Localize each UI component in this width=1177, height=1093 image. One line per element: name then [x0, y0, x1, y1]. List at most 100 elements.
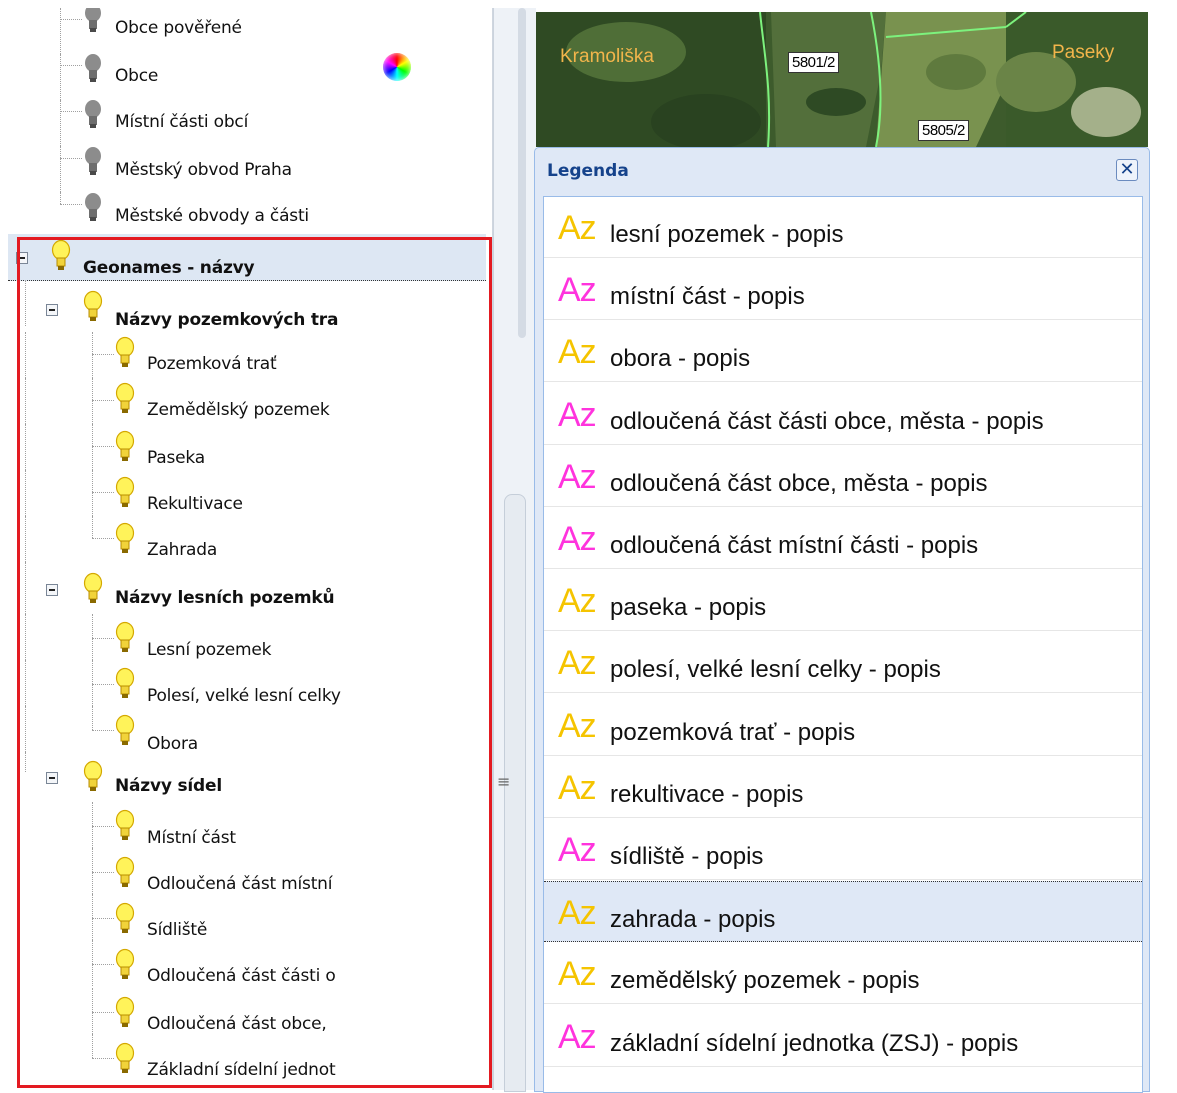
legend-symbol-icon: Az [558, 955, 597, 994]
tree-item-layer[interactable]: Obce [8, 54, 488, 100]
tree-item-layer[interactable]: Místní část [8, 802, 488, 848]
legend-item[interactable]: Az odloučená část obce, města - popis [544, 446, 1142, 507]
legend-item-label: odloučená část místní části - popis [610, 532, 979, 559]
tree-item-label: Místní části obcí [115, 112, 249, 132]
tree-item-label: Obce pověřené [115, 18, 242, 38]
tree-item-label: Odloučená část obce, [147, 1014, 327, 1034]
tree-item-label: Zemědělský pozemek [147, 400, 330, 420]
lightbulb-on-icon[interactable] [114, 522, 136, 556]
legend-item[interactable]: Az zahrada - popis [544, 881, 1142, 943]
map-view[interactable]: Kramoliška Paseky 5801/2 5805/2 [536, 12, 1148, 147]
layer-tree-panel: Obce pověřené Obce Místní části obcí Měs… [8, 8, 493, 1090]
legend-symbol-icon: Az [558, 395, 597, 434]
tree-group-geonames[interactable]: Geonames - názvy [8, 234, 486, 281]
legend-symbol-icon: Az [558, 520, 597, 558]
legend-item[interactable]: Az polesí, velké lesní celky - popis [544, 632, 1142, 694]
color-wheel-icon[interactable] [383, 53, 411, 81]
lightbulb-on-icon[interactable] [114, 621, 136, 655]
legend-item[interactable]: Az obora - popis [544, 321, 1142, 383]
legend-title: Legenda [547, 161, 629, 181]
legend-item[interactable]: Az odloučená část části obce, města - pop… [544, 384, 1142, 445]
tree-item-layer[interactable]: Základní sídelní jednot [8, 1034, 488, 1080]
tree-item-layer[interactable]: Odloučená část části o [8, 940, 488, 986]
tree-item-layer[interactable]: Zemědělský pozemek [8, 378, 488, 424]
lightbulb-on-icon[interactable] [114, 476, 136, 510]
collapse-toggle-icon[interactable] [46, 772, 58, 784]
lightbulb-on-icon[interactable] [114, 948, 136, 982]
lightbulb-on-icon[interactable] [50, 239, 72, 273]
legend-item-label: základní sídelní jednotka (ZSJ) - popis [610, 1029, 1019, 1057]
lightbulb-on-icon[interactable] [82, 290, 104, 324]
legend-item[interactable]: Az zemědělský pozemek - popis [544, 943, 1142, 1005]
close-icon[interactable]: ✕ [1116, 159, 1138, 181]
tree-item-label: Lesní pozemek [147, 640, 272, 660]
lightbulb-on-icon[interactable] [114, 809, 136, 843]
legend-item-label: sídliště - popis [610, 843, 764, 870]
legend-symbol-icon: Az [558, 209, 597, 247]
lightbulb-on-icon[interactable] [114, 856, 136, 890]
tree-item-label: Rekultivace [147, 494, 243, 514]
legend-item-label: odloučená část obce, města - popis [610, 469, 988, 497]
tree-subgroup-label: Názvy pozemkových tra [115, 310, 339, 330]
legend-item-label: lesní pozemek - popis [610, 221, 844, 248]
legend-item[interactable]: Az paseka - popis [544, 570, 1142, 632]
legend-item[interactable]: Az sídliště - popis [544, 819, 1142, 880]
legend-symbol-icon: Az [558, 457, 597, 496]
tree-subgroup[interactable]: Názvy pozemkových tra [8, 280, 488, 332]
lightbulb-on-icon[interactable] [114, 1042, 136, 1076]
tree-item-layer[interactable]: Městské obvody a části [8, 192, 488, 238]
tree-item-layer[interactable]: Místní části obcí [8, 100, 488, 146]
lightbulb-on-icon[interactable] [82, 572, 104, 606]
legend-item[interactable]: Az místní část - popis [544, 259, 1142, 321]
lightbulb-on-icon[interactable] [114, 996, 136, 1030]
tree-item-layer[interactable]: Rekultivace [8, 470, 488, 516]
lightbulb-on-icon[interactable] [114, 714, 136, 748]
tree-item-layer[interactable]: Paseka [8, 424, 488, 470]
tree-item-label: Sídliště [147, 920, 208, 940]
lightbulb-on-icon[interactable] [82, 760, 104, 794]
collapse-toggle-icon[interactable] [46, 584, 58, 596]
tree-item-layer[interactable]: Obce pověřené [8, 8, 488, 54]
tree-item-layer[interactable]: Odloučená část místní [8, 848, 488, 894]
legend-item-label: místní část - popis [610, 283, 805, 311]
legend-item[interactable]: Az lesní pozemek - popis [544, 197, 1142, 258]
tree-group-label: Geonames - názvy [83, 258, 255, 278]
lightbulb-on-icon[interactable] [114, 902, 136, 936]
tree-item-layer[interactable]: Pozemková trať [8, 332, 488, 378]
legend-item[interactable]: Az odloučená část místní části - popis [544, 508, 1142, 569]
lightbulb-on-icon[interactable] [114, 382, 136, 416]
legend-item[interactable]: Az rekultivace - popis [544, 757, 1142, 818]
tree-item-label: Polesí, velké lesní celky [147, 686, 341, 706]
tree-item-layer[interactable]: Lesní pozemek [8, 614, 488, 660]
tree-item-label: Obora [147, 734, 198, 754]
tree-item-layer[interactable]: Sídliště [8, 894, 488, 940]
lightbulb-off-icon[interactable] [82, 52, 104, 86]
tree-item-label: Zahrada [147, 540, 218, 560]
legend-item-label: odloučená část části obce, města - popis [610, 407, 1044, 435]
lightbulb-off-icon[interactable] [82, 98, 104, 132]
collapse-toggle-icon[interactable] [16, 252, 28, 264]
tree-item-label: Obce [115, 66, 159, 86]
tree-item-layer[interactable]: Městský obvod Praha [8, 146, 488, 192]
collapse-toggle-icon[interactable] [46, 304, 58, 316]
lightbulb-on-icon[interactable] [114, 667, 136, 701]
lightbulb-on-icon[interactable] [114, 336, 136, 370]
tree-item-layer[interactable]: Obora [8, 706, 488, 754]
legend-item[interactable]: Az pozemková trať - popis [544, 695, 1142, 756]
tree-subgroup[interactable]: Názvy sídel [8, 752, 488, 802]
legend-symbol-icon: Az [558, 768, 597, 807]
lightbulb-off-icon[interactable] [82, 145, 104, 179]
panel-splitter[interactable] [493, 8, 536, 1092]
lightbulb-off-icon[interactable] [82, 8, 104, 36]
legend-item[interactable]: Az základní sídelní jednotka (ZSJ) - popi… [544, 1006, 1142, 1067]
lightbulb-on-icon[interactable] [114, 430, 136, 464]
scrollbar-thumb[interactable] [504, 494, 526, 1092]
legend-symbol-icon: Az [558, 582, 597, 621]
lightbulb-off-icon[interactable] [82, 191, 104, 225]
tree-subgroup[interactable]: Názvy lesních pozemků [8, 562, 488, 614]
splitter-grip-icon[interactable]: ≡ [497, 772, 510, 791]
tree-item-layer[interactable]: Polesí, velké lesní celky [8, 660, 488, 706]
tree-item-layer[interactable]: Odloučená část obce, [8, 988, 488, 1034]
scrollbar[interactable] [518, 8, 526, 338]
tree-item-layer[interactable]: Zahrada [8, 516, 488, 562]
